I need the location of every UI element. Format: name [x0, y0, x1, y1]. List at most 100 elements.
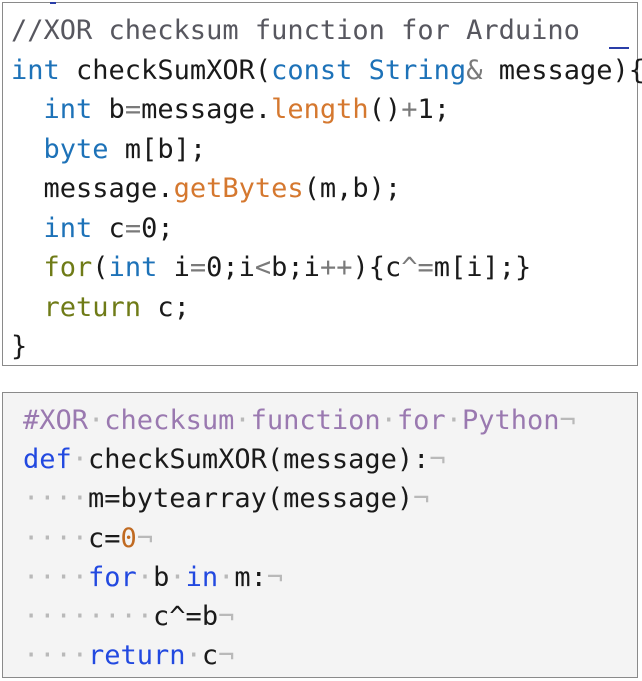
code-token: =: [124, 94, 142, 125]
whitespace-marker: ····: [23, 522, 89, 554]
arduino-code-line: //XOR checksum function for Arduino: [11, 13, 580, 49]
code-token: function: [250, 405, 381, 436]
whitespace-marker: ····: [23, 561, 89, 593]
whitespace-marker: ¬: [429, 444, 446, 476]
code-token: //XOR checksum function for Arduino: [11, 15, 580, 46]
code-token: length: [271, 94, 369, 125]
code-token: Python: [461, 405, 560, 436]
code-token: =: [124, 212, 142, 244]
arduino-code-line: int c=0;: [11, 211, 174, 247]
python-code-line: ····m=bytearray(message)¬: [23, 481, 429, 517]
code-token: (): [368, 94, 402, 125]
whitespace-marker: ¬: [413, 483, 430, 515]
arduino-code-line: }: [11, 329, 27, 365]
code-token: m[b];: [108, 133, 207, 165]
code-token: String: [368, 54, 467, 86]
whitespace-marker: ·: [218, 561, 235, 593]
code-token: m:: [234, 561, 267, 593]
code-token: checksum: [104, 405, 235, 436]
code-token: (m,b);: [303, 173, 402, 204]
bracket-match-mark: [609, 47, 629, 49]
code-token: 0;: [141, 212, 174, 244]
code-token: }: [11, 331, 28, 362]
code-token: <: [254, 252, 272, 283]
arduino-code-line: byte m[b];: [11, 132, 207, 168]
whitespace-marker: ¬: [218, 601, 235, 632]
code-token: ^=: [401, 252, 434, 283]
whitespace-marker: ·: [88, 405, 105, 436]
code-token: c;: [141, 291, 190, 323]
code-token: (: [92, 252, 109, 283]
python-code-line: #XOR·checksum·function·for·Python¬: [23, 403, 576, 439]
code-token: message){: [482, 54, 642, 86]
code-token: ){c: [352, 252, 402, 283]
python-code-line: ········c^=b¬: [23, 599, 234, 635]
code-token: byte: [43, 133, 109, 165]
code-token: for: [88, 561, 137, 593]
code-token: ++: [319, 252, 353, 283]
code-token: message.: [141, 94, 272, 125]
whitespace-marker: ·: [380, 405, 397, 436]
arduino-code-line: message.getBytes(m,b);: [11, 171, 402, 207]
python-code-line: def·checkSumXOR(message):¬: [23, 442, 446, 478]
code-token: in: [185, 561, 219, 593]
code-token: m=bytearray(message): [88, 483, 414, 515]
code-token: +: [401, 94, 418, 125]
code-token: const: [271, 54, 353, 86]
code-token: i: [157, 252, 190, 283]
arduino-code-line: int b=message.length()+1;: [11, 92, 450, 128]
code-token: for: [43, 252, 93, 283]
code-token: for: [396, 405, 446, 436]
arduino-code-line: for(int i=0;i<b;i++){c^=m[i];}: [11, 250, 532, 286]
code-token: int: [108, 252, 158, 283]
whitespace-marker: ····: [23, 640, 89, 672]
whitespace-marker: ¬: [559, 405, 576, 436]
code-token: return: [88, 640, 186, 672]
code-token: return: [43, 291, 142, 323]
code-token: getBytes: [173, 173, 304, 204]
code-token: 1;: [417, 94, 450, 125]
code-token: message.: [11, 173, 174, 204]
whitespace-marker: ¬: [266, 561, 284, 593]
code-token: c: [201, 640, 219, 672]
code-token: #XOR: [23, 405, 89, 436]
code-token: def: [23, 444, 72, 476]
code-token: checkSumXOR(message):: [88, 444, 430, 476]
python-code-line: ····for·b·in·m:¬: [23, 560, 283, 596]
code-token: b;i: [271, 252, 320, 283]
code-token: c^=b: [153, 601, 219, 632]
whitespace-marker: ·: [234, 405, 251, 436]
arduino-code-line: return c;: [11, 290, 190, 326]
whitespace-marker: ·: [445, 405, 462, 436]
code-token: b: [92, 94, 125, 125]
whitespace-marker: ·: [71, 444, 89, 476]
code-token: int: [43, 94, 93, 125]
code-token: c=: [88, 522, 121, 554]
python-code-panel: #XOR·checksum·function·for·Python¬ def·ch…: [2, 392, 638, 678]
code-token: checkSumXOR(: [59, 54, 272, 86]
arduino-code-panel: //XOR checksum function for Arduino int c…: [2, 2, 642, 366]
python-code-line: ····return·c¬: [23, 638, 234, 674]
code-token: int: [43, 212, 93, 244]
cursor-tick-mark: [50, 2, 56, 4]
whitespace-marker: ¬: [218, 640, 235, 672]
code-token: b: [153, 561, 170, 593]
whitespace-marker: ·: [185, 640, 202, 672]
code-token: =: [189, 252, 207, 283]
code-token: &: [466, 54, 483, 86]
whitespace-marker: ¬: [136, 522, 154, 554]
whitespace-marker: ·: [169, 561, 186, 593]
whitespace-marker: ····: [23, 483, 89, 515]
arduino-code-line: int checkSumXOR(const String& message){: [11, 53, 642, 89]
whitespace-marker: ·: [136, 561, 154, 593]
code-token: c: [92, 212, 125, 244]
code-token: 0;i: [206, 252, 255, 283]
code-token: m[i];}: [433, 252, 532, 283]
whitespace-marker: ········: [23, 601, 154, 632]
